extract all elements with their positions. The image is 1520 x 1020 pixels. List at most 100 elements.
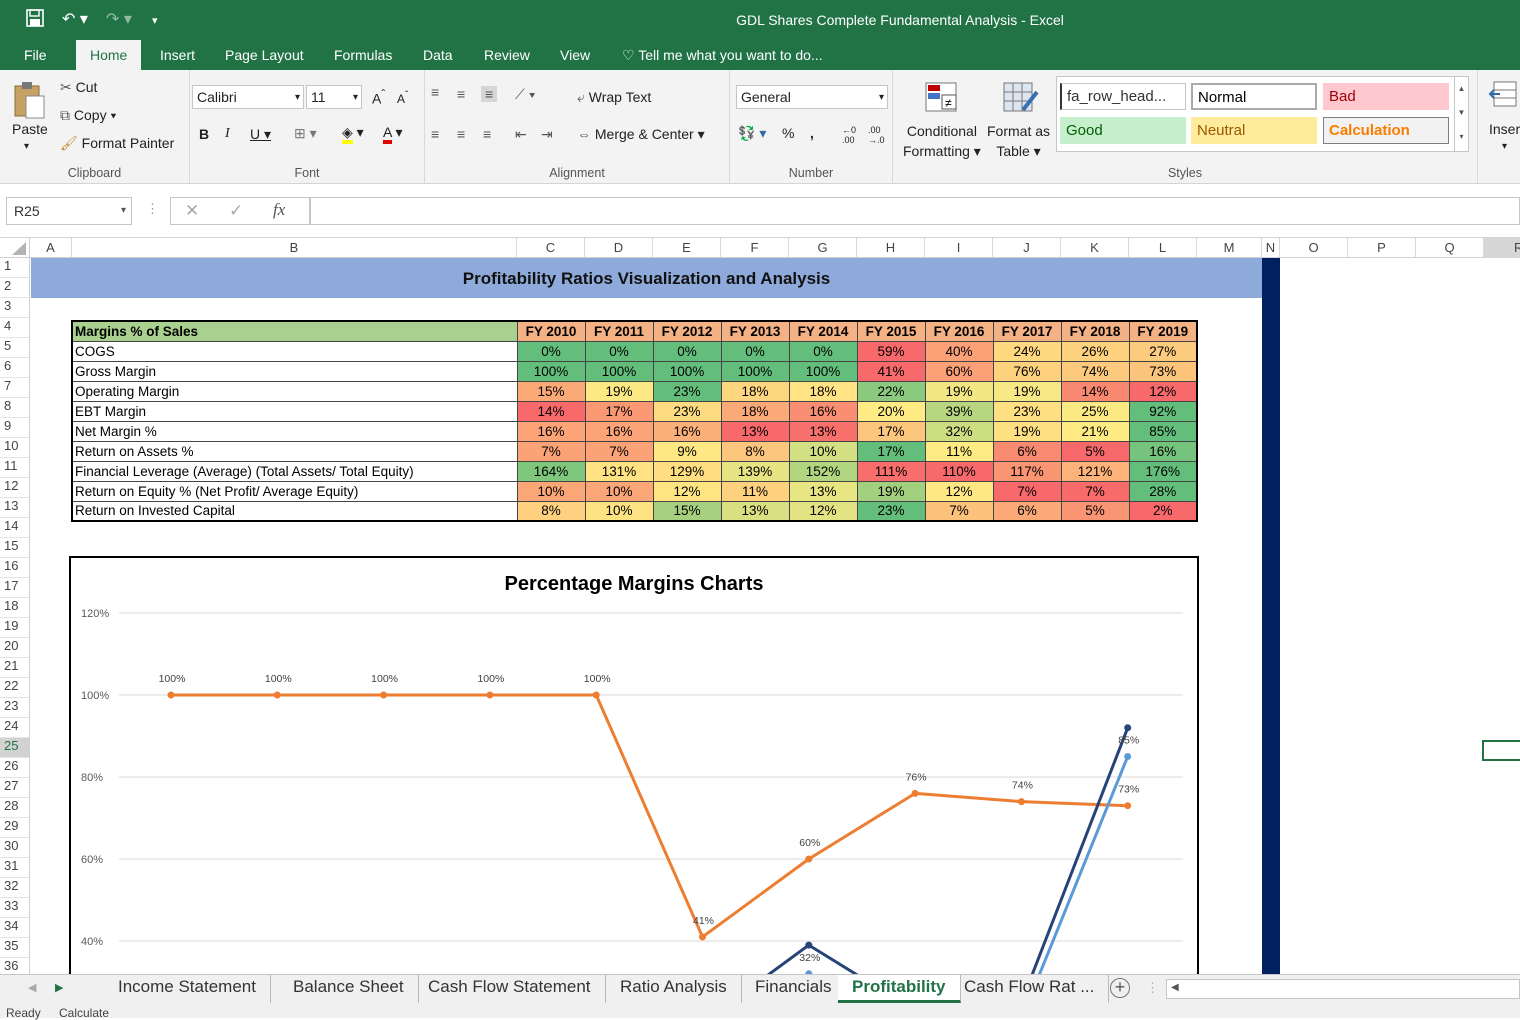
- value-cell[interactable]: 76%: [992, 360, 1062, 382]
- insert-dropdown-icon[interactable]: ▾: [1502, 141, 1507, 152]
- row-header[interactable]: 3: [0, 298, 29, 318]
- style-neutral[interactable]: Neutral: [1191, 117, 1317, 144]
- sheet-tab[interactable]: Balance Sheet: [279, 975, 419, 1003]
- copy-button[interactable]: ⧉ Copy ▾: [60, 107, 116, 124]
- tab-splitter-icon[interactable]: ⋮: [1146, 980, 1159, 996]
- row-header[interactable]: 8: [0, 398, 29, 418]
- value-cell[interactable]: 16%: [584, 420, 654, 442]
- paste-dropdown-icon[interactable]: ▾: [24, 141, 29, 152]
- decrease-decimal-icon[interactable]: .00 →.0: [868, 125, 885, 145]
- row-header[interactable]: 35: [0, 938, 29, 958]
- column-header[interactable]: E: [653, 238, 721, 258]
- value-cell[interactable]: 41%: [856, 360, 926, 382]
- format-painter-button[interactable]: 🖌 Format Painter: [60, 135, 174, 152]
- value-cell[interactable]: 9%: [652, 440, 722, 462]
- column-header[interactable]: O: [1280, 238, 1348, 258]
- value-cell[interactable]: 19%: [924, 380, 994, 402]
- row-header[interactable]: 1: [0, 258, 29, 278]
- value-cell[interactable]: 92%: [1128, 400, 1198, 422]
- accounting-format-icon[interactable]: 💱 ▾: [738, 125, 766, 142]
- font-size-select[interactable]: 11 ▾: [306, 85, 362, 109]
- cancel-icon[interactable]: ✕: [185, 201, 199, 221]
- row-header[interactable]: 15: [0, 538, 29, 558]
- row-header[interactable]: 29: [0, 818, 29, 838]
- value-cell[interactable]: 164%: [516, 460, 586, 482]
- style-good[interactable]: Good: [1060, 117, 1186, 144]
- paste-icon[interactable]: [12, 80, 46, 123]
- value-cell[interactable]: 129%: [652, 460, 722, 482]
- value-cell[interactable]: 26%: [1060, 340, 1130, 362]
- value-cell[interactable]: 5%: [1060, 440, 1130, 462]
- row-label[interactable]: EBT Margin: [71, 400, 518, 422]
- value-cell[interactable]: 73%: [1128, 360, 1198, 382]
- value-cell[interactable]: 8%: [516, 500, 586, 522]
- year-header[interactable]: FY 2012: [652, 320, 722, 342]
- value-cell[interactable]: 23%: [652, 380, 722, 402]
- row-header[interactable]: 23: [0, 698, 29, 718]
- column-header[interactable]: D: [585, 238, 653, 258]
- value-cell[interactable]: 19%: [992, 420, 1062, 442]
- year-header[interactable]: FY 2013: [720, 320, 790, 342]
- value-cell[interactable]: 32%: [924, 420, 994, 442]
- drag-handle-icon[interactable]: ⋮: [146, 201, 159, 217]
- font-color-icon[interactable]: A ▾: [383, 124, 403, 144]
- value-cell[interactable]: 16%: [516, 420, 586, 442]
- value-cell[interactable]: 0%: [584, 340, 654, 362]
- row-header[interactable]: 30: [0, 838, 29, 858]
- tab-review[interactable]: Review: [484, 47, 530, 63]
- increase-font-icon[interactable]: Aˆ: [372, 88, 385, 107]
- align-middle-icon[interactable]: ≡: [457, 86, 465, 102]
- row-header[interactable]: 17: [0, 578, 29, 598]
- year-header[interactable]: FY 2017: [992, 320, 1062, 342]
- row-header[interactable]: 24: [0, 718, 29, 738]
- value-cell[interactable]: 13%: [788, 480, 858, 502]
- row-header[interactable]: 14: [0, 518, 29, 538]
- value-cell[interactable]: 24%: [992, 340, 1062, 362]
- gallery-scroll[interactable]: ▲ ▼ ▾: [1454, 77, 1468, 151]
- row-label[interactable]: Return on Invested Capital: [71, 500, 518, 522]
- value-cell[interactable]: 14%: [516, 400, 586, 422]
- value-cell[interactable]: 10%: [788, 440, 858, 462]
- value-cell[interactable]: 100%: [788, 360, 858, 382]
- insert-function-icon[interactable]: fx: [273, 200, 285, 220]
- value-cell[interactable]: 14%: [1060, 380, 1130, 402]
- cut-button[interactable]: ✂ Cut: [60, 79, 97, 96]
- value-cell[interactable]: 17%: [856, 440, 926, 462]
- row-header[interactable]: 16: [0, 558, 29, 578]
- value-cell[interactable]: 28%: [1128, 480, 1198, 502]
- worksheet-grid[interactable]: Profitability Ratios Visualization and A…: [31, 258, 1520, 974]
- tab-data[interactable]: Data: [423, 47, 453, 63]
- paste-button[interactable]: Paste: [12, 121, 48, 137]
- scroll-tabs-left-icon[interactable]: ◀: [28, 981, 36, 994]
- value-cell[interactable]: 23%: [652, 400, 722, 422]
- value-cell[interactable]: 23%: [856, 500, 926, 522]
- column-header[interactable]: B: [72, 238, 517, 258]
- value-cell[interactable]: 0%: [720, 340, 790, 362]
- increase-decimal-icon[interactable]: ←0.00: [842, 125, 856, 145]
- conditional-formatting-button[interactable]: Conditional Formatting ▾: [903, 121, 981, 161]
- row-header[interactable]: 11: [0, 458, 29, 478]
- row-header[interactable]: 6: [0, 358, 29, 378]
- italic-icon[interactable]: I: [225, 126, 230, 142]
- row-label[interactable]: Return on Assets %: [71, 440, 518, 462]
- value-cell[interactable]: 20%: [856, 400, 926, 422]
- number-format-select[interactable]: General ▾: [736, 85, 888, 109]
- row-header[interactable]: 36: [0, 958, 29, 974]
- value-cell[interactable]: 7%: [992, 480, 1062, 502]
- format-as-table-button[interactable]: Format as Table ▾: [987, 121, 1050, 161]
- column-header[interactable]: H: [857, 238, 925, 258]
- value-cell[interactable]: 11%: [720, 480, 790, 502]
- scroll-left-icon[interactable]: ◀: [1171, 982, 1179, 993]
- column-header[interactable]: M: [1197, 238, 1262, 258]
- value-cell[interactable]: 0%: [516, 340, 586, 362]
- row-header[interactable]: 25: [0, 738, 29, 758]
- row-label[interactable]: COGS: [71, 340, 518, 362]
- row-header[interactable]: 7: [0, 378, 29, 398]
- value-cell[interactable]: 8%: [720, 440, 790, 462]
- column-header[interactable]: I: [925, 238, 993, 258]
- horizontal-scrollbar[interactable]: ◀: [1166, 979, 1520, 999]
- column-header[interactable]: K: [1061, 238, 1129, 258]
- row-header[interactable]: 4: [0, 318, 29, 338]
- value-cell[interactable]: 16%: [652, 420, 722, 442]
- value-cell[interactable]: 19%: [856, 480, 926, 502]
